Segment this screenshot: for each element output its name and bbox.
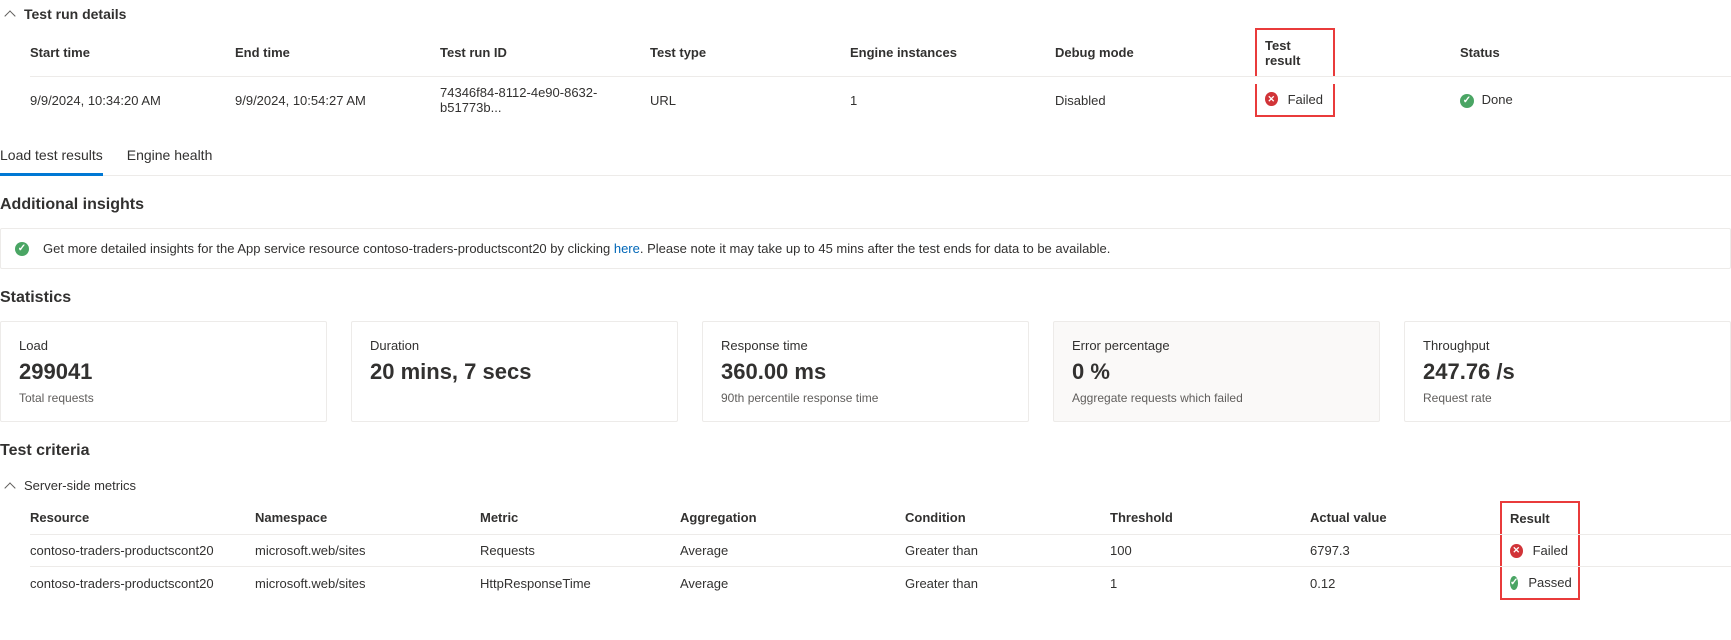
cell-actual: 6797.3 [1310,535,1500,567]
col-aggregation: Aggregation [680,501,905,535]
stat-sub: Aggregate requests which failed [1072,391,1361,405]
stat-card-duration: Duration 20 mins, 7 secs [351,321,678,422]
fail-icon [1510,544,1523,558]
table-header-row: Start time End time Test run ID Test typ… [30,28,1731,77]
result-label: Passed [1528,575,1571,590]
cell-status: Done [1460,77,1731,124]
tab-bar: Load test results Engine health [0,139,1731,176]
stat-card-response-time: Response time 360.00 ms 90th percentile … [702,321,1029,422]
tab-engine-health[interactable]: Engine health [127,139,213,175]
cell-actual: 0.12 [1310,567,1500,601]
stat-value: 20 mins, 7 secs [370,359,659,385]
stat-card-load: Load 299041 Total requests [0,321,327,422]
table-row: contoso-traders-productscont20microsoft.… [30,567,1731,601]
stat-value: 299041 [19,359,308,385]
cell-test-type: URL [650,77,850,124]
section-label: Test run details [24,6,126,22]
stat-sub: 90th percentile response time [721,391,1010,405]
cell-resource: contoso-traders-productscont20 [30,567,255,601]
stat-value: 360.00 ms [721,359,1010,385]
stat-label: Response time [721,338,1010,353]
tab-load-test-results[interactable]: Load test results [0,139,103,176]
col-start-time: Start time [30,28,235,77]
result-label: Failed [1533,543,1568,558]
test-run-details-header[interactable]: Test run details [0,0,1731,28]
stat-value: 247.76 /s [1423,359,1712,385]
chevron-up-icon [4,480,16,492]
stat-card-throughput: Throughput 247.76 /s Request rate [1404,321,1731,422]
col-status: Status [1460,28,1731,77]
success-icon [1460,94,1474,108]
stat-label: Duration [370,338,659,353]
col-condition: Condition [905,501,1110,535]
chevron-up-icon [4,8,16,20]
cell-metric: Requests [480,535,680,567]
insights-link[interactable]: here [614,241,640,256]
result-label: Failed [1288,92,1323,107]
col-resource: Resource [30,501,255,535]
status-label: Done [1482,92,1513,107]
stat-card-error-percentage: Error percentage 0 % Aggregate requests … [1053,321,1380,422]
success-icon [15,242,29,256]
cell-engine-instances: 1 [850,77,1055,124]
stat-label: Error percentage [1072,338,1361,353]
col-engine-instances: Engine instances [850,28,1055,77]
insights-text-suffix: . Please note it may take up to 45 mins … [640,241,1110,256]
cell-threshold: 1 [1110,567,1310,601]
table-row: 9/9/2024, 10:34:20 AM 9/9/2024, 10:54:27… [30,77,1731,124]
cell-start-time: 9/9/2024, 10:34:20 AM [30,77,235,124]
pass-icon [1510,576,1518,590]
col-metric: Metric [480,501,680,535]
cell-namespace: microsoft.web/sites [255,567,480,601]
additional-insights-title: Additional insights [0,196,1731,214]
stat-label: Load [19,338,308,353]
table-row: contoso-traders-productscont20microsoft.… [30,535,1731,567]
cell-threshold: 100 [1110,535,1310,567]
server-side-metrics-header[interactable]: Server-side metrics [0,470,1731,501]
criteria-table: Resource Namespace Metric Aggregation Co… [30,501,1731,600]
cell-resource: contoso-traders-productscont20 [30,535,255,567]
col-actual-value: Actual value [1310,501,1500,535]
test-criteria-title: Test criteria [0,442,1731,460]
col-result: Result [1500,501,1731,535]
cell-end-time: 9/9/2024, 10:54:27 AM [235,77,440,124]
col-test-result: Test result [1255,28,1460,77]
stat-cards: Load 299041 Total requests Duration 20 m… [0,321,1731,422]
col-debug-mode: Debug mode [1055,28,1255,77]
insights-text-prefix: Get more detailed insights for the App s… [43,241,614,256]
sub-label: Server-side metrics [24,478,136,493]
statistics-title: Statistics [0,289,1731,307]
cell-test-result: Failed [1255,77,1460,124]
fail-icon [1265,92,1278,106]
col-test-type: Test type [650,28,850,77]
cell-condition: Greater than [905,567,1110,601]
cell-aggregation: Average [680,567,905,601]
cell-aggregation: Average [680,535,905,567]
col-run-id: Test run ID [440,28,650,77]
col-end-time: End time [235,28,440,77]
stat-sub: Total requests [19,391,308,405]
cell-debug-mode: Disabled [1055,77,1255,124]
cell-condition: Greater than [905,535,1110,567]
insights-message: Get more detailed insights for the App s… [0,228,1731,269]
col-namespace: Namespace [255,501,480,535]
stat-label: Throughput [1423,338,1712,353]
cell-run-id: 74346f84-8112-4e90-8632-b51773b... [440,77,650,124]
cell-metric: HttpResponseTime [480,567,680,601]
cell-result: Failed [1500,535,1731,567]
test-run-details-table: Start time End time Test run ID Test typ… [30,28,1731,123]
cell-result: Passed [1500,567,1731,601]
cell-namespace: microsoft.web/sites [255,535,480,567]
insights-text: Get more detailed insights for the App s… [43,241,1110,256]
stat-sub: Request rate [1423,391,1712,405]
criteria-header-row: Resource Namespace Metric Aggregation Co… [30,501,1731,535]
col-threshold: Threshold [1110,501,1310,535]
stat-value: 0 % [1072,359,1361,385]
